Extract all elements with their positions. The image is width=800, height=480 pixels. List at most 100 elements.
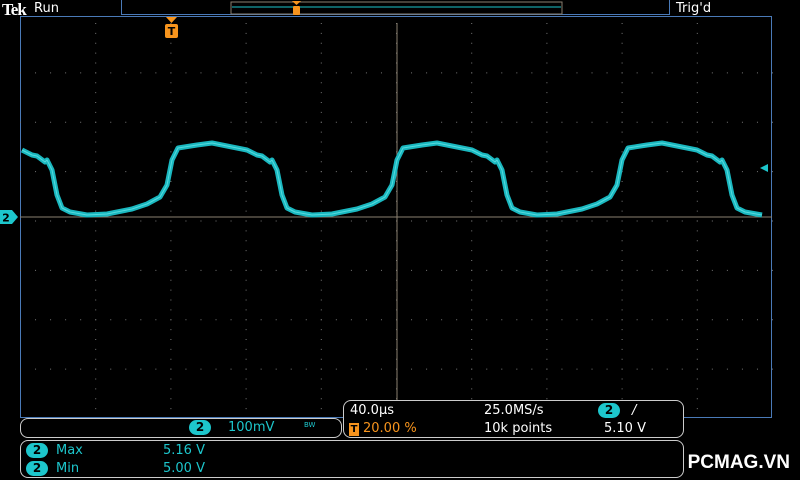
grid-dot <box>696 200 698 202</box>
grid-dot <box>441 72 443 74</box>
grid-dot <box>606 121 608 123</box>
grid-dot <box>245 181 247 182</box>
grid-dot <box>651 269 653 271</box>
grid-dot <box>471 210 473 212</box>
grid-dot <box>320 42 322 44</box>
grid-dot <box>471 299 473 301</box>
grid-dot <box>546 111 548 113</box>
grid-dot <box>772 368 773 370</box>
grid-dot <box>95 279 97 281</box>
grid-dot <box>80 220 82 222</box>
grid-dot <box>350 368 352 370</box>
grid-dot <box>335 269 337 271</box>
grid-dot <box>561 171 563 173</box>
grid-dot <box>486 220 488 222</box>
grid-dot <box>726 72 728 74</box>
grid-dot <box>110 121 112 123</box>
grid-dot <box>561 72 563 74</box>
grid-dot <box>501 220 503 222</box>
channel-scale-panel[interactable]: 2 100mV BW <box>20 418 342 438</box>
grid-dot <box>666 72 668 74</box>
grid-dot <box>621 82 623 84</box>
grid-dot <box>335 368 337 370</box>
grid-dot <box>516 319 518 321</box>
grid-dot <box>696 72 698 74</box>
measurements-panel[interactable]: 2 Max 5.16 V 2 Min 5.00 V <box>20 440 684 478</box>
grid-dot <box>546 309 548 311</box>
grid-dot <box>561 269 563 271</box>
grid-dot <box>471 200 473 202</box>
grid-dot <box>696 141 698 143</box>
grid-dot <box>621 210 623 212</box>
grid-dot <box>426 72 428 74</box>
grid-dot <box>621 250 623 252</box>
grid-dot <box>185 368 187 370</box>
grid-dot <box>471 82 473 84</box>
grid-dot <box>95 32 97 34</box>
grid-dot <box>50 368 52 370</box>
grid-dot <box>456 121 458 123</box>
grid-dot <box>140 171 142 173</box>
grid-dot <box>411 368 413 370</box>
grid-dot <box>305 72 307 74</box>
grid-dot <box>411 319 413 321</box>
grid-dot <box>305 171 307 173</box>
grid-dot <box>606 319 608 321</box>
grid-dot <box>546 121 548 123</box>
grid-dot <box>621 220 623 222</box>
grid-dot <box>245 111 247 113</box>
grid-dot <box>696 339 698 340</box>
grid-dot <box>546 279 548 281</box>
grid-dot <box>95 309 97 311</box>
grid-dot <box>140 269 142 271</box>
grid-dot <box>696 220 698 222</box>
grid-dot <box>365 319 367 321</box>
grid-dot <box>772 269 773 271</box>
grid-dot <box>516 368 518 370</box>
grid-dot <box>471 279 473 281</box>
grid-dot <box>170 230 172 232</box>
grid-dot <box>320 200 322 202</box>
grid-dot <box>501 72 503 74</box>
grid-dot <box>35 319 37 321</box>
grid-dot <box>245 190 247 192</box>
grid-dot <box>290 171 292 173</box>
grid-dot <box>711 72 713 74</box>
grid-dot <box>636 171 638 173</box>
grid-dot <box>230 319 232 321</box>
grid-dot <box>95 82 97 84</box>
horizontal-panel[interactable]: 40.0µs 25.0MS/s 2 / T 20.00 % 10k points… <box>343 400 684 438</box>
grid-dot <box>320 408 322 410</box>
grid-dot <box>95 111 97 113</box>
grid-dot <box>320 82 322 84</box>
grid-dot <box>245 72 247 74</box>
grid-dot <box>456 171 458 173</box>
grid-dot <box>245 339 247 340</box>
grid-dot <box>726 269 728 271</box>
grid-dot <box>335 171 337 173</box>
grid-dot <box>621 200 623 202</box>
watermark: PCMAG.VN <box>687 452 790 473</box>
svg-text:T: T <box>168 25 176 38</box>
grid-dot <box>696 289 698 291</box>
grid-dot <box>741 72 743 74</box>
grid-dot <box>320 151 322 153</box>
grid-dot <box>546 181 548 182</box>
grid-dot <box>531 171 533 173</box>
grid-dot <box>185 319 187 321</box>
grid-dot <box>756 171 758 173</box>
grid-dot <box>696 190 698 192</box>
grid-dot <box>621 72 623 74</box>
grid-dot <box>245 289 247 291</box>
grid-dot <box>275 220 277 222</box>
grid-dot <box>696 32 698 34</box>
grid-dot <box>275 72 277 74</box>
grid-dot <box>215 171 217 173</box>
grid-dot <box>471 240 473 242</box>
grid-dot <box>305 269 307 271</box>
grid-dot <box>741 368 743 370</box>
grid-dot <box>95 102 97 103</box>
grid-dot <box>756 319 758 321</box>
grid-dot <box>621 240 623 242</box>
grid-dot <box>170 111 172 113</box>
